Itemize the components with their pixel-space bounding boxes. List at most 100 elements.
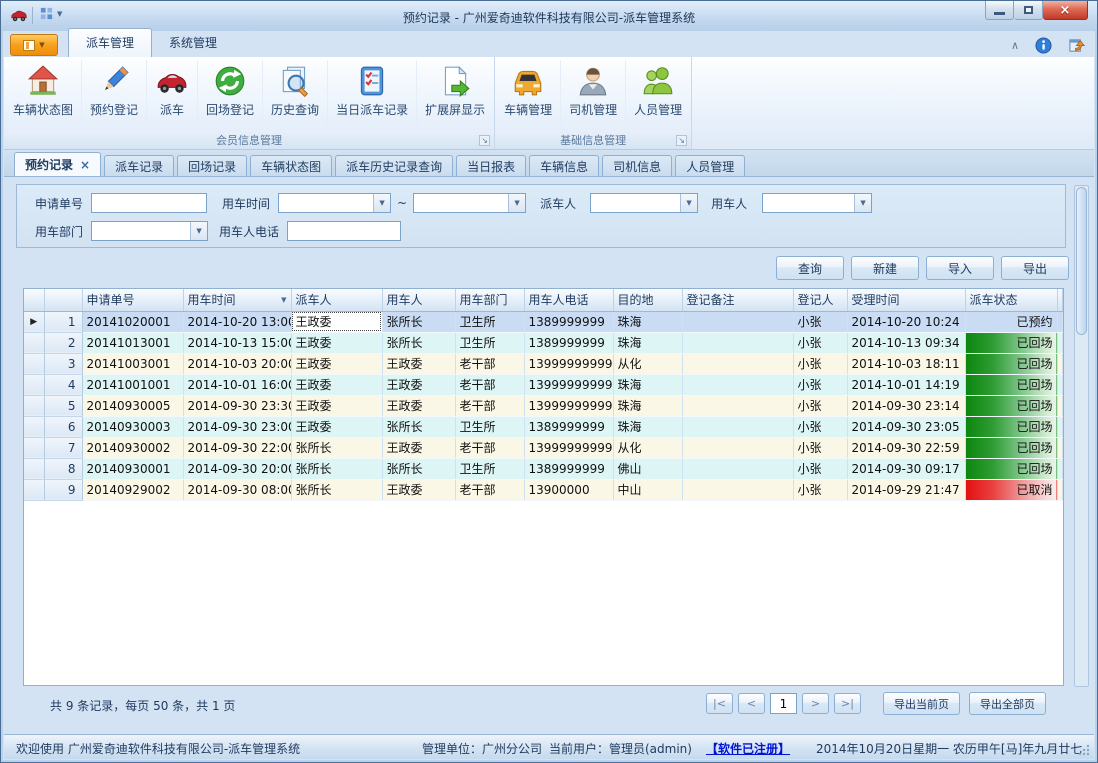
tab-today-report[interactable]: 当日报表 [456,155,526,176]
use-time-from-combo[interactable]: ▼ [278,193,391,213]
cell-dept[interactable]: 老干部 [455,479,524,500]
cell-accept-time[interactable]: 2014-09-30 23:14 [847,395,965,416]
cell-remark[interactable] [682,416,793,437]
ribbon-button-personnel-manage[interactable]: 人员管理 [626,60,690,130]
cell-remark[interactable] [682,374,793,395]
ribbon-button-vehicle-status-map[interactable]: 车辆状态图 [5,60,82,130]
cell-dept[interactable]: 卫生所 [455,332,524,353]
cell-status[interactable]: 已预约 [965,311,1057,332]
cell-dept[interactable]: 老干部 [455,353,524,374]
cell-user[interactable]: 王政委 [382,353,455,374]
prev-page-button[interactable]: < [738,693,765,714]
resize-grip-icon[interactable] [1078,744,1090,756]
cell-registrar[interactable]: 小张 [793,416,847,437]
cell-registrar[interactable]: 小张 [793,311,847,332]
cell-accept-time[interactable]: 2014-09-30 09:17 [847,458,965,479]
export-current-page-button[interactable]: 导出当前页 [883,692,960,715]
header-registrar[interactable]: 登记人 [793,289,847,311]
import-button[interactable]: 导入 [926,256,994,280]
close-button[interactable]: × [1043,1,1088,20]
cell-dept[interactable]: 卫生所 [455,458,524,479]
cell-remark[interactable] [682,311,793,332]
cell-registrar[interactable]: 小张 [793,332,847,353]
cell-status[interactable]: 已回场 [965,332,1057,353]
cell-destination[interactable]: 珠海 [613,311,682,332]
user-combo[interactable]: ▼ [762,193,872,213]
cell-accept-time[interactable]: 2014-09-30 22:59 [847,437,965,458]
cell-accept-time[interactable]: 2014-09-30 23:05 [847,416,965,437]
cell-phone[interactable]: 1389999999 [524,332,613,353]
page-number-input[interactable] [770,693,797,714]
cell-order-no[interactable]: 20140930002 [82,437,183,458]
ribbon-button-history-query[interactable]: 历史查询 [263,60,328,130]
cell-registrar[interactable]: 小张 [793,437,847,458]
cell-phone[interactable]: 13999999999 [524,353,613,374]
cell-user[interactable]: 王政委 [382,437,455,458]
cell-use-time[interactable]: 2014-10-01 16:00 [183,374,291,395]
cell-registrar[interactable]: 小张 [793,458,847,479]
cell-phone[interactable]: 13999999999 [524,374,613,395]
cell-use-time[interactable]: 2014-09-30 23:00 [183,416,291,437]
dialog-launcher-icon[interactable]: ↘ [676,135,687,146]
software-registered-link[interactable]: 【软件已注册】 [706,740,790,757]
cell-remark[interactable] [682,458,793,479]
cell-registrar[interactable]: 小张 [793,353,847,374]
cell-status[interactable]: 已回场 [965,353,1057,374]
cell-user[interactable]: 张所长 [382,416,455,437]
vertical-scrollbar[interactable] [1074,185,1089,687]
cell-destination[interactable]: 从化 [613,353,682,374]
cell-order-no[interactable]: 20140930003 [82,416,183,437]
cell-phone[interactable]: 1389999999 [524,458,613,479]
table-row[interactable]: ▶ 1 20141020001 2014-10-20 13:00 王政委 张所长… [24,311,1063,332]
ribbon-button-vehicle-manage[interactable]: 车辆管理 [496,60,561,130]
tab-return-records[interactable]: 回场记录 [177,155,247,176]
cell-order-no[interactable]: 20140929002 [82,479,183,500]
cell-status[interactable]: 已回场 [965,395,1057,416]
header-destination[interactable]: 目的地 [613,289,682,311]
table-row[interactable]: 5 20140930005 2014-09-30 23:30 王政委 王政委 老… [24,395,1063,416]
cell-use-time[interactable]: 2014-09-30 23:30 [183,395,291,416]
cell-remark[interactable] [682,395,793,416]
table-row[interactable]: 7 20140930002 2014-09-30 22:00 张所长 王政委 老… [24,437,1063,458]
ribbon-button-reservation-register[interactable]: 预约登记 [82,60,147,130]
use-time-to-combo[interactable]: ▼ [413,193,526,213]
cell-destination[interactable]: 珠海 [613,395,682,416]
cell-use-time[interactable]: 2014-10-03 20:00 [183,353,291,374]
ribbon-button-extended-screen[interactable]: 扩展屏显示 [417,60,493,130]
cell-use-time[interactable]: 2014-10-20 13:00 [183,311,291,332]
tab-vehicle-status-map[interactable]: 车辆状态图 [250,155,332,176]
restore-button[interactable] [1014,1,1043,20]
header-status[interactable]: 派车状态 [965,289,1057,311]
table-row[interactable]: 6 20140930003 2014-09-30 23:00 王政委 张所长 卫… [24,416,1063,437]
cell-status[interactable]: 已回场 [965,437,1057,458]
cell-accept-time[interactable]: 2014-10-03 18:11 [847,353,965,374]
phone-input[interactable] [287,221,401,241]
export-all-pages-button[interactable]: 导出全部页 [969,692,1046,715]
cell-use-time[interactable]: 2014-09-30 22:00 [183,437,291,458]
cell-destination[interactable]: 珠海 [613,374,682,395]
header-remark[interactable]: 登记备注 [682,289,793,311]
cell-dept[interactable]: 老干部 [455,374,524,395]
cell-remark[interactable] [682,353,793,374]
create-button[interactable]: 新建 [851,256,919,280]
cell-dispatcher[interactable]: 王政委 [291,311,382,332]
table-row[interactable]: 9 20140929002 2014-09-30 08:00 张所长 王政委 老… [24,479,1063,500]
cell-order-no[interactable]: 20141013001 [82,332,183,353]
minimize-button[interactable] [985,1,1014,20]
cell-order-no[interactable]: 20140930005 [82,395,183,416]
cell-accept-time[interactable]: 2014-10-13 09:34 [847,332,965,353]
cell-phone[interactable]: 13999999999 [524,437,613,458]
cell-phone[interactable]: 1389999999 [524,311,613,332]
cell-user[interactable]: 王政委 [382,374,455,395]
tab-driver-info[interactable]: 司机信息 [602,155,672,176]
cell-registrar[interactable]: 小张 [793,479,847,500]
cell-phone[interactable]: 13900000 [524,479,613,500]
header-use-time[interactable]: 用车时间▼ [183,289,291,311]
last-page-button[interactable]: >| [834,693,861,714]
cell-remark[interactable] [682,479,793,500]
scrollbar-thumb[interactable] [1076,187,1087,335]
dialog-launcher-icon[interactable]: ↘ [479,135,490,146]
cell-user[interactable]: 张所长 [382,311,455,332]
cell-status[interactable]: 已取消 [965,479,1057,500]
table-row[interactable]: 3 20141003001 2014-10-03 20:00 王政委 王政委 老… [24,353,1063,374]
